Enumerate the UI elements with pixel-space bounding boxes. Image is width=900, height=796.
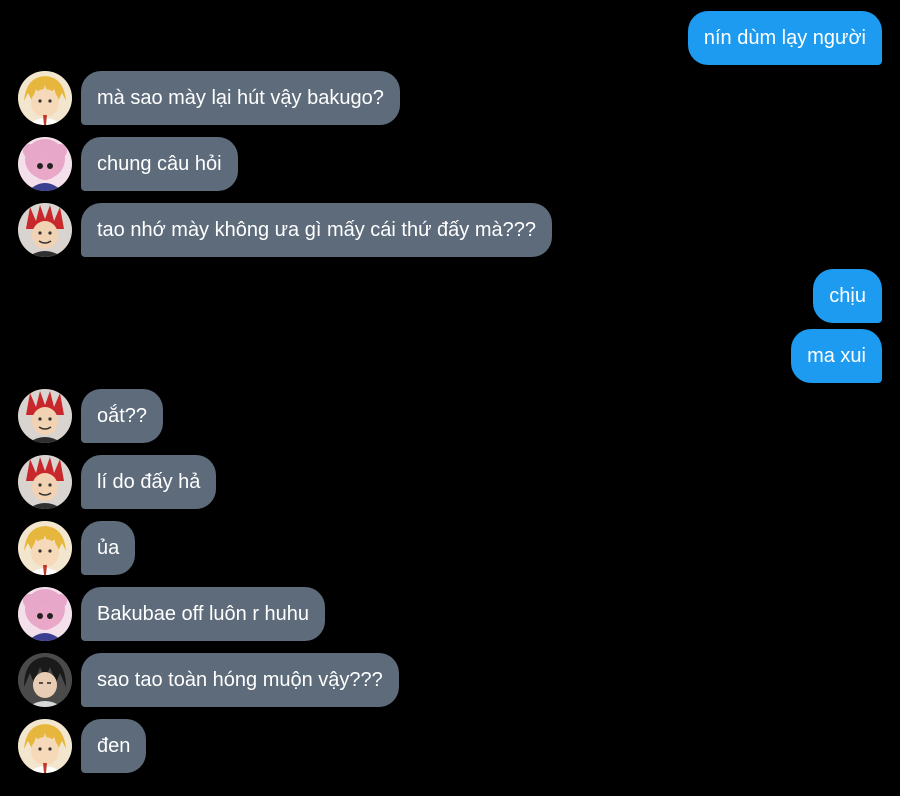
message-row-incoming: tao nhớ mày không ưa gì mấy cái thứ đấy … [0, 203, 900, 257]
blonde-anime-avatar-icon[interactable] [18, 71, 72, 125]
blonde-anime-avatar-icon[interactable] [18, 521, 72, 575]
message-row-incoming: đen [0, 719, 900, 773]
message-row-outgoing: nín dùm lạy người [0, 11, 900, 65]
redhead-anime-avatar-icon[interactable] [18, 389, 72, 443]
redhead-anime-avatar-icon[interactable] [18, 203, 72, 257]
message-bubble-incoming[interactable]: chung câu hỏi [81, 137, 238, 191]
message-bubble-outgoing[interactable]: ma xui [791, 329, 882, 383]
message-row-incoming: sao tao toàn hóng muộn vậy??? [0, 653, 900, 707]
message-row-incoming: ủa [0, 521, 900, 575]
message-bubble-incoming[interactable]: oắt?? [81, 389, 164, 443]
message-row-incoming: chung câu hỏi [0, 137, 900, 191]
message-bubble-incoming[interactable]: ủa [81, 521, 136, 575]
blonde-anime-avatar-icon[interactable] [18, 719, 72, 773]
message-row-outgoing: ma xui [0, 329, 900, 383]
message-bubble-incoming[interactable]: Bakubae off luôn r huhu [81, 587, 326, 641]
message-bubble-incoming[interactable]: lí do đấy hả [81, 455, 217, 509]
message-row-incoming: oắt?? [0, 389, 900, 443]
dark-hair-anime-avatar-icon[interactable] [18, 653, 72, 707]
redhead-anime-avatar-icon[interactable] [18, 455, 72, 509]
message-bubble-incoming[interactable]: sao tao toàn hóng muộn vậy??? [81, 653, 399, 707]
pink-anime-avatar-icon[interactable] [18, 137, 72, 191]
message-row-incoming: Bakubae off luôn r huhu [0, 587, 900, 641]
message-row-incoming: mà sao mày lại hút vậy bakugo? [0, 71, 900, 125]
message-bubble-incoming[interactable]: mà sao mày lại hút vậy bakugo? [81, 71, 400, 125]
message-bubble-incoming[interactable]: đen [81, 719, 147, 773]
pink-anime-avatar-icon[interactable] [18, 587, 72, 641]
message-bubble-outgoing[interactable]: chịu [813, 269, 882, 323]
message-row-incoming: lí do đấy hả [0, 455, 900, 509]
message-bubble-incoming[interactable]: tao nhớ mày không ưa gì mấy cái thứ đấy … [81, 203, 553, 257]
message-row-outgoing: chịu [0, 269, 900, 323]
chat-thread[interactable]: nín dùm lạy người mà sao mày lại hút vậy… [0, 0, 900, 796]
message-bubble-outgoing[interactable]: nín dùm lạy người [687, 11, 882, 65]
